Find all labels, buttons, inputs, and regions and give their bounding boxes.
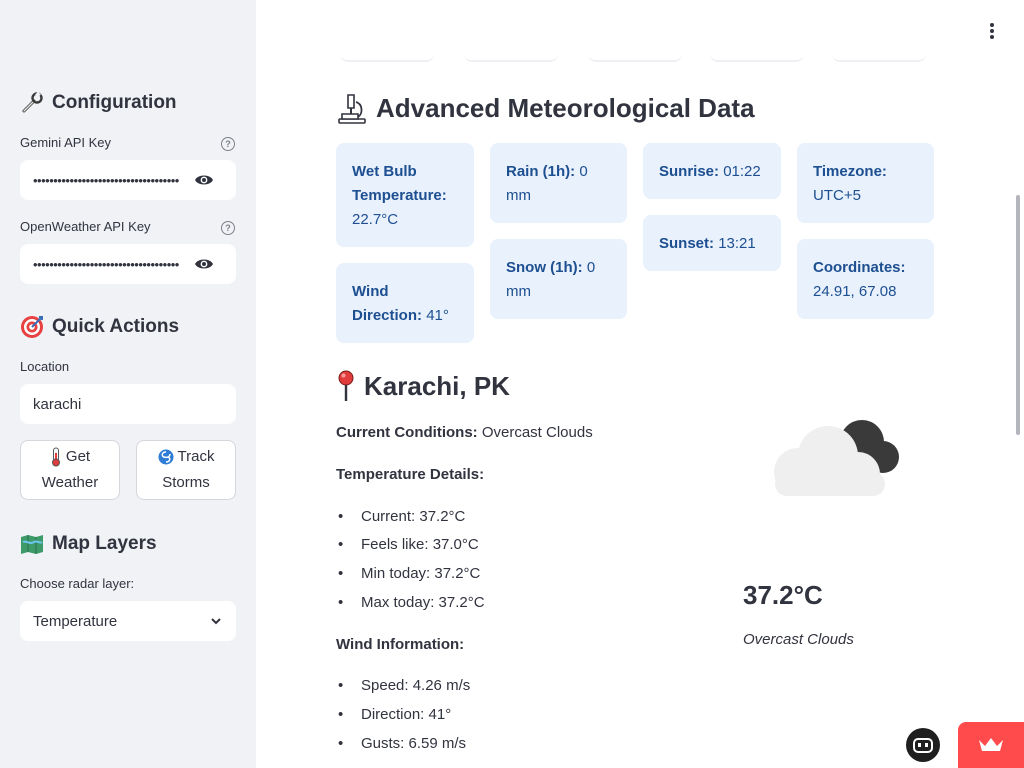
current-conditions-value: Overcast Clouds [481, 424, 593, 441]
temp-min: Min today: 37.2°C [361, 565, 481, 582]
snow-card: Snow (1h): 0 mm [490, 239, 627, 319]
gemini-api-key-input[interactable]: ••••••••••••••••••••••••••••••••••••• [20, 160, 236, 200]
sunrise-value: 01:22 [723, 163, 761, 180]
rain-card: Rain (1h): 0 mm [490, 143, 627, 223]
big-temperature: 37.2°C [743, 580, 823, 610]
rain-label: Rain (1h): [506, 163, 576, 180]
list-item: Feels like: 37.0°C [336, 536, 479, 553]
configuration-header: Configuration [20, 91, 177, 115]
snow-label: Snow (1h): [506, 259, 583, 276]
eye-icon[interactable] [194, 256, 214, 272]
list-item: Speed: 4.26 m/s [336, 677, 470, 694]
target-icon [21, 316, 43, 338]
get-weather-line1: Get [50, 444, 90, 470]
list-item: Max today: 37.2°C [336, 594, 485, 611]
get-weather-text-1: Get [65, 448, 91, 465]
openweather-api-key-input[interactable]: ••••••••••••••••••••••••••••••••••••• [20, 244, 236, 284]
wet-bulb-card: Wet Bulb Temperature: 22.7°C [336, 143, 474, 247]
list-item: Gusts: 6.59 m/s [336, 735, 466, 752]
advanced-data-header: Advanced Meteorological Data [336, 92, 755, 124]
bot-badge-icon[interactable] [906, 728, 940, 762]
current-conditions: Current Conditions: Overcast Clouds [336, 424, 593, 441]
current-conditions-label: Current Conditions: [336, 424, 478, 441]
pushpin-icon [338, 370, 354, 401]
sidebar: Configuration Gemini API Key ? •••••••••… [0, 0, 256, 768]
map-layers-title: Map Layers [52, 533, 157, 554]
radar-layer-value: Temperature [33, 612, 118, 630]
location-value: karachi [33, 395, 82, 413]
sunrise-label: Sunrise: [659, 163, 720, 180]
wind-direction-value: 41° [426, 307, 449, 324]
crown-icon [979, 738, 1003, 751]
help-icon[interactable]: ? [221, 137, 235, 151]
wind-speed: Speed: 4.26 m/s [361, 677, 471, 694]
wet-bulb-label: Wet Bulb Temperature: [352, 163, 447, 204]
wind-information-label: Wind Information: [336, 636, 465, 653]
quick-actions-header: Quick Actions [20, 315, 179, 339]
openweather-api-key-value: ••••••••••••••••••••••••••••••••••••• [33, 256, 179, 272]
cut-off-card [464, 46, 558, 62]
temperature-details-label: Temperature Details: [336, 466, 485, 483]
scrollbar[interactable] [1016, 195, 1020, 435]
cut-off-card [832, 46, 926, 62]
sunset-label: Sunset: [659, 235, 715, 252]
timezone-card: Timezone: UTC+5 [797, 143, 934, 223]
map-icon [21, 535, 43, 554]
cut-off-card [340, 46, 434, 62]
radar-layer-label: Choose radar layer: [20, 576, 135, 591]
cyclone-icon [158, 449, 174, 465]
track-storms-text-1: Track [177, 448, 215, 465]
wind-direction-card: Wind Direction: 41° [336, 263, 474, 343]
get-weather-text-2: Weather [41, 474, 99, 491]
get-weather-button[interactable]: Get Weather [20, 440, 120, 500]
coordinates-value: 24.91, 67.08 [813, 283, 897, 300]
eye-icon[interactable] [194, 172, 214, 188]
track-storms-text-2: Storms [162, 474, 210, 491]
cloud-icon [774, 420, 899, 496]
location-label: Location [20, 359, 70, 374]
city-title: Karachi, PK [364, 370, 510, 401]
help-icon[interactable]: ? [221, 221, 235, 235]
list-item: Direction: 41° [336, 706, 451, 723]
quick-actions-title: Quick Actions [52, 316, 180, 337]
wind-direction-label: Wind Direction: [352, 283, 423, 324]
radar-layer-select[interactable]: Temperature [20, 601, 236, 641]
cut-off-card [588, 46, 682, 62]
coordinates-card: Coordinates: 24.91, 67.08 [797, 239, 934, 319]
big-condition: Overcast Clouds [743, 631, 854, 648]
gemini-api-key-value: ••••••••••••••••••••••••••••••••••••• [33, 172, 179, 188]
temp-feels-like: Feels like: 37.0°C [361, 536, 479, 553]
wrench-icon [22, 91, 43, 113]
kebab-menu-icon[interactable] [989, 22, 995, 40]
gemini-api-key-label: Gemini API Key [20, 135, 112, 150]
thermometer-icon [51, 447, 60, 467]
sunset-card: Sunset: 13:21 [643, 215, 781, 271]
coordinates-label: Coordinates: [813, 259, 906, 276]
track-storms-line1: Track [158, 444, 215, 470]
advanced-data-title: Advanced Meteorological Data [376, 92, 755, 123]
location-input[interactable]: karachi [20, 384, 236, 424]
timezone-label: Timezone: [813, 163, 887, 180]
wet-bulb-value: 22.7°C [352, 211, 399, 228]
cut-off-card [710, 46, 804, 62]
temp-current: Current: 37.2°C [361, 508, 466, 525]
chevron-down-icon[interactable] [210, 615, 222, 627]
sunrise-card: Sunrise: 01:22 [643, 143, 781, 199]
timezone-value: UTC+5 [813, 187, 861, 204]
map-layers-header: Map Layers [20, 532, 157, 556]
list-item: Min today: 37.2°C [336, 565, 480, 582]
track-storms-button[interactable]: Track Storms [136, 440, 236, 500]
wind-direction: Direction: 41° [361, 706, 452, 723]
openweather-api-key-label: OpenWeather API Key [20, 219, 151, 234]
microscope-icon [338, 94, 366, 124]
streamlit-badge[interactable] [958, 722, 1024, 768]
city-header: Karachi, PK [336, 370, 510, 402]
list-item: Current: 37.2°C [336, 508, 465, 525]
wind-gusts: Gusts: 6.59 m/s [361, 735, 467, 752]
temp-max: Max today: 37.2°C [361, 594, 485, 611]
configuration-title: Configuration [52, 92, 177, 113]
sunset-value: 13:21 [718, 235, 756, 252]
